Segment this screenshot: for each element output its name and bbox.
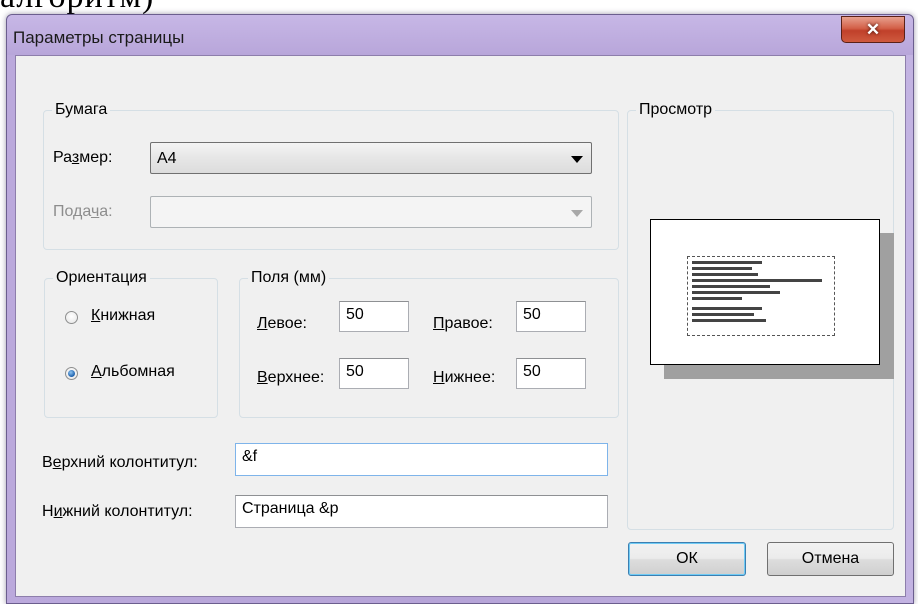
footer-label: Нижний колонтитул: bbox=[42, 503, 193, 520]
cancel-button[interactable]: Отмена bbox=[767, 542, 894, 576]
paper-group-legend: Бумага bbox=[52, 101, 111, 119]
chevron-down-icon bbox=[571, 210, 583, 217]
preview-text-line bbox=[692, 279, 822, 282]
orientation-group: Ориентация bbox=[44, 269, 218, 418]
preview-text-line bbox=[692, 261, 762, 264]
header-input[interactable]: &f bbox=[235, 443, 608, 476]
margins-group-legend: Поля (мм) bbox=[248, 269, 330, 287]
preview-text-line bbox=[692, 273, 758, 276]
margin-bottom-input[interactable]: 50 bbox=[516, 358, 586, 389]
preview-text-line bbox=[692, 291, 780, 294]
chevron-down-icon bbox=[571, 156, 583, 163]
paper-feed-select[interactable] bbox=[150, 196, 592, 228]
preview-page bbox=[650, 219, 880, 365]
preview-text-line bbox=[692, 319, 766, 322]
margin-left-input[interactable]: 50 bbox=[339, 301, 409, 332]
preview-text-line bbox=[692, 285, 770, 288]
margins-group: Поля (мм) bbox=[239, 269, 619, 418]
margin-right-input[interactable]: 50 bbox=[516, 301, 586, 332]
page-setup-dialog: Параметры страницы ✕ Бумага Размер: A4 П… bbox=[6, 14, 914, 604]
title-bar[interactable]: Параметры страницы ✕ bbox=[7, 15, 913, 55]
margin-top-label: Верхнее: bbox=[257, 369, 325, 386]
orientation-group-legend: Ориентация bbox=[53, 269, 150, 287]
portrait-radio[interactable] bbox=[65, 311, 78, 324]
preview-text-line bbox=[692, 297, 742, 300]
radio-selected-dot bbox=[68, 370, 75, 377]
preview-margin-box bbox=[687, 256, 835, 336]
landscape-label[interactable]: Альбомная bbox=[91, 363, 175, 381]
portrait-label[interactable]: Книжная bbox=[91, 307, 155, 325]
preview-group-legend: Просмотр bbox=[636, 101, 716, 119]
paper-size-value: A4 bbox=[157, 150, 177, 167]
size-label: Размер: bbox=[53, 149, 113, 166]
preview-text-line bbox=[692, 313, 754, 316]
footer-input[interactable]: Страница &p bbox=[235, 495, 608, 528]
ok-button[interactable]: ОК bbox=[628, 542, 746, 576]
close-button[interactable]: ✕ bbox=[841, 16, 905, 43]
close-icon: ✕ bbox=[865, 19, 881, 39]
landscape-radio[interactable] bbox=[65, 367, 78, 380]
feed-label: Подача: bbox=[53, 203, 113, 220]
margin-right-label: Правое: bbox=[433, 315, 493, 332]
margin-bottom-label: Нижнее: bbox=[433, 369, 496, 386]
paper-group: Бумага bbox=[43, 101, 619, 250]
margin-left-label: Левое: bbox=[257, 315, 307, 332]
preview-text-line bbox=[692, 307, 762, 310]
header-label: Верхний колонтитул: bbox=[42, 454, 198, 471]
margin-top-input[interactable]: 50 bbox=[339, 358, 409, 389]
preview-text-line bbox=[692, 267, 752, 270]
window-title: Параметры страницы bbox=[13, 28, 185, 47]
paper-size-select[interactable]: A4 bbox=[150, 142, 592, 174]
